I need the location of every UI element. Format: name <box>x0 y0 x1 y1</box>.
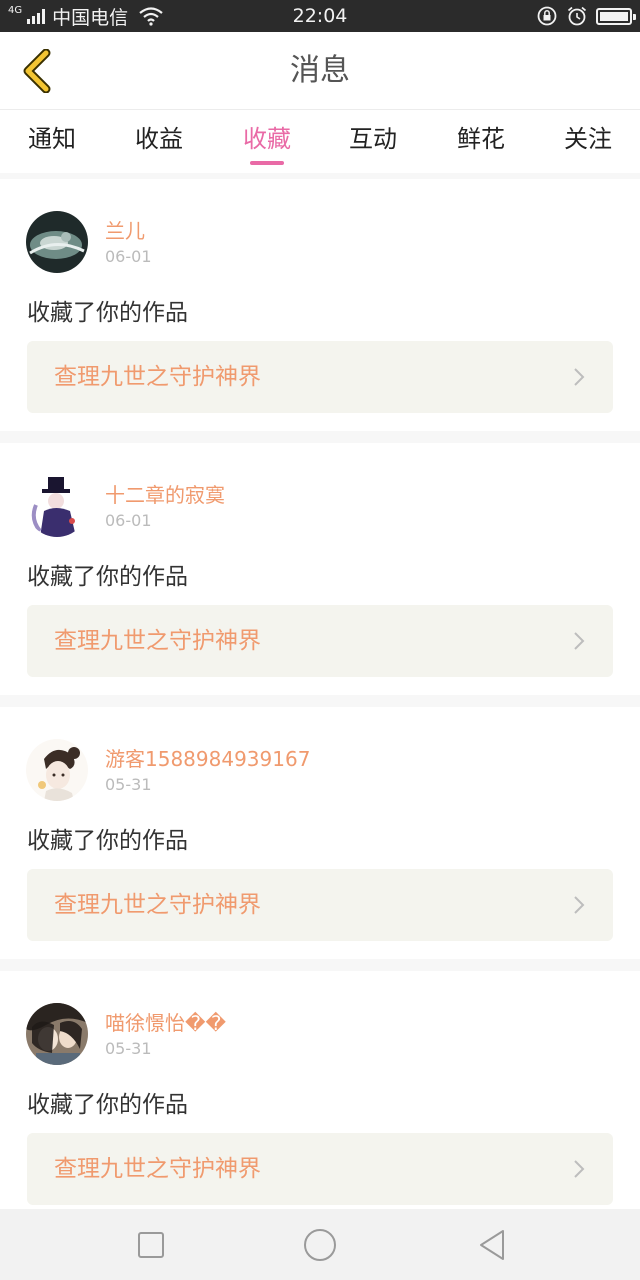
list-item: 游客1588984939167 05-31 收藏了你的作品 查理九世之守护神界 <box>0 707 640 959</box>
message-date: 05-31 <box>105 1039 152 1058</box>
tab-notifications[interactable]: 通知 <box>2 111 102 173</box>
username[interactable]: 游客1588984939167 <box>105 743 310 772</box>
tab-flowers[interactable]: 鲜花 <box>431 111 531 173</box>
tab-label: 收益 <box>135 125 183 153</box>
work-title: 查理九世之守护神界 <box>54 1156 261 1182</box>
chevron-right-icon <box>574 368 585 386</box>
list-item: 兰儿 06-01 收藏了你的作品 查理九世之守护神界 <box>0 179 640 431</box>
tab-bar: 通知 收益 收藏 互动 鲜花 关注 <box>0 111 640 173</box>
action-text: 收藏了你的作品 <box>27 300 188 326</box>
avatar[interactable] <box>26 1003 88 1065</box>
list-item: 喵徐憬怡�� 05-31 收藏了你的作品 查理九世之守护神界 <box>0 971 640 1209</box>
list-item: 十二章的寂寞 06-01 收藏了你的作品 查理九世之守护神界 <box>0 443 640 695</box>
tab-interactions[interactable]: 互动 <box>323 111 423 173</box>
tab-label: 收藏 <box>243 125 291 153</box>
triangle-back-icon <box>480 1230 504 1260</box>
action-text: 收藏了你的作品 <box>27 828 188 854</box>
work-title: 查理九世之守护神界 <box>54 628 261 654</box>
avatar[interactable] <box>26 475 88 537</box>
avatar[interactable] <box>26 211 88 273</box>
status-right <box>536 0 636 32</box>
tab-label: 互动 <box>349 125 397 153</box>
chevron-right-icon <box>574 1160 585 1178</box>
action-text: 收藏了你的作品 <box>27 564 188 590</box>
home-button[interactable] <box>302 1227 338 1263</box>
message-date: 06-01 <box>105 247 152 266</box>
action-text: 收藏了你的作品 <box>27 1092 188 1118</box>
work-title: 查理九世之守护神界 <box>54 364 261 390</box>
work-title: 查理九世之守护神界 <box>54 892 261 918</box>
chevron-right-icon <box>574 896 585 914</box>
chevron-right-icon <box>574 632 585 650</box>
status-bar: 4G 中国电信 22:04 <box>0 0 640 32</box>
circle-home-icon <box>304 1229 336 1261</box>
work-link[interactable]: 查理九世之守护神界 <box>27 1133 613 1205</box>
message-date: 06-01 <box>105 511 152 530</box>
tab-label: 鲜花 <box>457 125 505 153</box>
battery-icon <box>596 7 636 25</box>
message-list[interactable]: 兰儿 06-01 收藏了你的作品 查理九世之守护神界 十二章的寂寞 06-01 … <box>0 173 640 1209</box>
alarm-icon <box>567 6 587 26</box>
work-link[interactable]: 查理九世之守护神界 <box>27 341 613 413</box>
work-link[interactable]: 查理九世之守护神界 <box>27 605 613 677</box>
tab-following[interactable]: 关注 <box>538 111 638 173</box>
avatar[interactable] <box>26 739 88 801</box>
rotation-lock-icon <box>537 6 557 26</box>
back-nav-button[interactable] <box>474 1227 510 1263</box>
page-title: 消息 <box>290 53 350 88</box>
tab-label: 通知 <box>28 125 76 153</box>
work-link[interactable]: 查理九世之守护神界 <box>27 869 613 941</box>
battery-fill <box>600 11 628 21</box>
system-nav-bar <box>0 1209 640 1280</box>
username[interactable]: 十二章的寂寞 <box>105 479 225 508</box>
active-tab-indicator <box>250 161 284 165</box>
square-recents-icon <box>138 1232 164 1258</box>
app-header: 消息 <box>0 32 640 110</box>
tab-earnings[interactable]: 收益 <box>109 111 209 173</box>
avatar-image <box>26 1003 88 1065</box>
message-date: 05-31 <box>105 775 152 794</box>
recents-button[interactable] <box>133 1227 169 1263</box>
username[interactable]: 喵徐憬怡�� <box>105 1007 226 1036</box>
tab-favorites[interactable]: 收藏 <box>217 111 317 173</box>
username[interactable]: 兰儿 <box>105 215 145 244</box>
avatar-image <box>26 211 88 273</box>
avatar-image <box>26 475 88 537</box>
avatar-image <box>26 739 88 801</box>
tab-label: 关注 <box>564 125 612 153</box>
